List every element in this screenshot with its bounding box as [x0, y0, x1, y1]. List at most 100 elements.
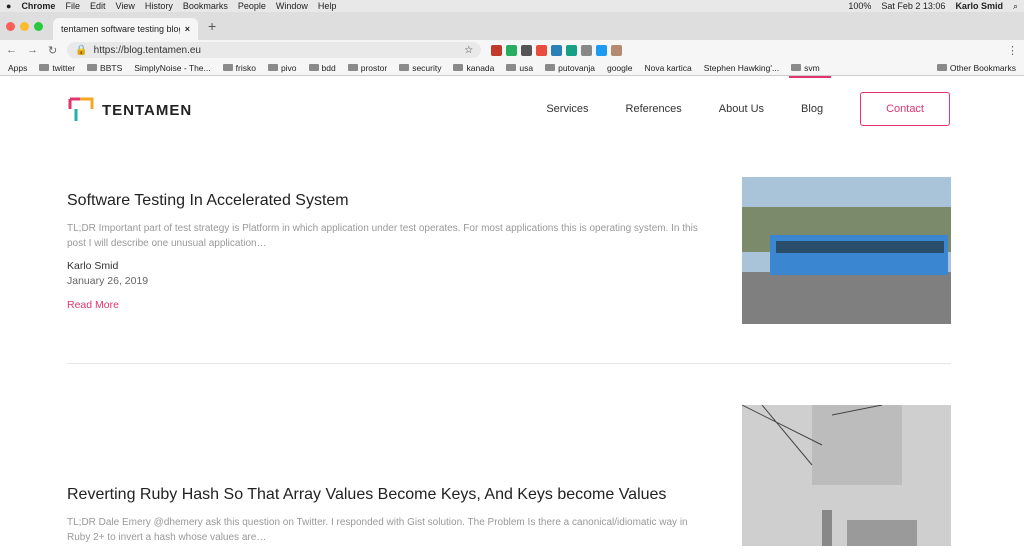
close-window-icon[interactable]	[6, 22, 15, 31]
toolbar: ← → ↻ 🔒 https://blog.tentamen.eu ☆ ⋮	[0, 40, 1024, 60]
menu-file[interactable]: File	[65, 1, 80, 11]
bookmark-label: usa	[519, 62, 534, 73]
forward-icon[interactable]: →	[27, 44, 38, 56]
tab-active[interactable]: tentamen software testing blog ×	[53, 18, 198, 40]
back-icon[interactable]: ←	[6, 44, 17, 56]
menu-bookmarks[interactable]: Bookmarks	[183, 1, 228, 11]
bookmark-item[interactable]: twitter	[39, 63, 75, 73]
menu-icon[interactable]: ⋮	[1007, 44, 1018, 57]
apple-icon[interactable]: ●	[6, 1, 11, 11]
extension-icon[interactable]	[551, 44, 563, 56]
menu-people[interactable]: People	[238, 1, 266, 11]
bus-photo	[742, 177, 951, 324]
folder-icon	[506, 63, 517, 71]
extension-icon[interactable]	[566, 44, 578, 56]
folder-icon	[936, 63, 947, 71]
extension-icon[interactable]	[581, 44, 593, 56]
bookmark-label: kanada	[466, 62, 495, 73]
bookmark-label: security	[412, 62, 442, 73]
menu-view[interactable]: View	[115, 1, 134, 11]
bookmark-item[interactable]: Nova kartica	[645, 63, 692, 73]
folder-icon	[87, 63, 98, 71]
site-nav: Services References About Us Blog Contac…	[546, 92, 950, 126]
folder-icon	[222, 63, 233, 71]
bookmark-item[interactable]: prostor	[347, 62, 388, 73]
extension-icon[interactable]	[491, 44, 503, 56]
blog-post: Reverting Ruby Hash So That Array Values…	[67, 486, 703, 553]
star-icon[interactable]: ☆	[464, 45, 473, 56]
nav-services[interactable]: Services	[546, 103, 588, 115]
blog-post: Software Testing In Accelerated System T…	[67, 192, 703, 311]
bookmark-item[interactable]: BBTS	[87, 63, 122, 73]
bookmark-item[interactable]: usa	[506, 63, 533, 73]
search-icon[interactable]: ⌕	[1013, 1, 1018, 12]
tentamen-logo-icon	[68, 97, 94, 121]
extension-icon[interactable]	[536, 44, 548, 56]
tab-strip: tentamen software testing blog × +	[0, 12, 1024, 40]
bookmark-other[interactable]: Other Bookmarks	[936, 62, 1016, 73]
post-thumbnail-bus[interactable]	[742, 177, 951, 324]
menu-help[interactable]: Help	[318, 1, 337, 11]
bookmarks-bar: Apps twitter BBTS SimplyNoise - The... f…	[0, 60, 1024, 76]
folder-icon	[399, 63, 410, 71]
nav-references[interactable]: References	[626, 103, 682, 115]
nav-about[interactable]: About Us	[719, 103, 764, 115]
post-thumbnail-pipes[interactable]	[742, 405, 951, 546]
bookmark-item[interactable]: svm	[791, 63, 820, 73]
extension-icons	[491, 44, 623, 56]
extension-icon[interactable]	[521, 44, 533, 56]
post-title[interactable]: Software Testing In Accelerated System	[67, 192, 703, 210]
bookmark-item[interactable]: google	[607, 63, 633, 73]
menu-app[interactable]: Chrome	[21, 1, 55, 11]
bookmark-label: bdd	[321, 62, 336, 73]
bookmark-label: Stephen Hawking'...	[703, 62, 780, 73]
bookmark-item[interactable]: pivo	[267, 62, 297, 73]
read-more-link[interactable]: Read More	[67, 299, 703, 311]
bookmark-label: frisko	[235, 62, 256, 73]
bookmark-item[interactable]: putovanja	[545, 63, 595, 73]
nav-blog[interactable]: Blog	[801, 103, 823, 115]
zoom-window-icon[interactable]	[34, 22, 43, 31]
post-author: Karlo Smid	[67, 260, 119, 272]
new-tab-button[interactable]: +	[208, 18, 216, 34]
menu-window[interactable]: Window	[276, 1, 308, 11]
bookmark-item[interactable]: security	[399, 63, 441, 73]
bookmark-item[interactable]: SimplyNoise - The...	[134, 63, 210, 73]
menu-history[interactable]: History	[145, 1, 173, 11]
bookmark-item[interactable]: Stephen Hawking'...	[704, 63, 779, 73]
pipes-photo	[742, 405, 951, 546]
minimize-window-icon[interactable]	[20, 22, 29, 31]
folder-icon	[39, 63, 50, 71]
bookmark-label: google	[606, 62, 633, 73]
bookmark-apps[interactable]: Apps	[8, 63, 27, 73]
user-name[interactable]: Karlo Smid	[955, 1, 1003, 11]
active-nav-indicator	[789, 76, 831, 78]
bookmark-label: SimplyNoise - The...	[134, 62, 211, 73]
post-excerpt: TL;DR Important part of test strategy is…	[67, 223, 698, 249]
reload-icon[interactable]: ↻	[48, 44, 57, 57]
bookmark-label: pivo	[280, 62, 297, 73]
address-bar[interactable]: 🔒 https://blog.tentamen.eu ☆	[67, 42, 482, 58]
page: TENTAMEN Services References About Us Bl…	[0, 76, 1024, 546]
bookmark-item[interactable]: bdd	[308, 62, 336, 73]
post-title[interactable]: Reverting Ruby Hash So That Array Values…	[67, 486, 703, 504]
post-divider	[67, 363, 951, 364]
site-logo[interactable]: TENTAMEN	[68, 97, 192, 123]
bookmark-item[interactable]: kanada	[453, 63, 494, 73]
extension-icon[interactable]	[506, 44, 518, 56]
menu-edit[interactable]: Edit	[90, 1, 106, 11]
clock[interactable]: Sat Feb 2 13:06	[881, 1, 945, 11]
profile-avatar[interactable]	[611, 44, 623, 56]
close-tab-icon[interactable]: ×	[185, 24, 190, 34]
bookmark-label: prostor	[360, 62, 388, 73]
folder-icon	[453, 63, 464, 71]
post-date: January 26, 2019	[67, 275, 149, 287]
mac-menubar: ● Chrome File Edit View History Bookmark…	[0, 0, 1024, 12]
lock-icon: 🔒	[75, 44, 88, 56]
contact-button[interactable]: Contact	[860, 92, 950, 126]
twitter-icon[interactable]	[596, 44, 608, 56]
bookmark-label: twitter	[52, 62, 76, 73]
battery-percent[interactable]: 100%	[848, 1, 871, 11]
bookmark-label: Other Bookmarks	[949, 62, 1016, 73]
bookmark-item[interactable]: frisko	[222, 62, 256, 73]
